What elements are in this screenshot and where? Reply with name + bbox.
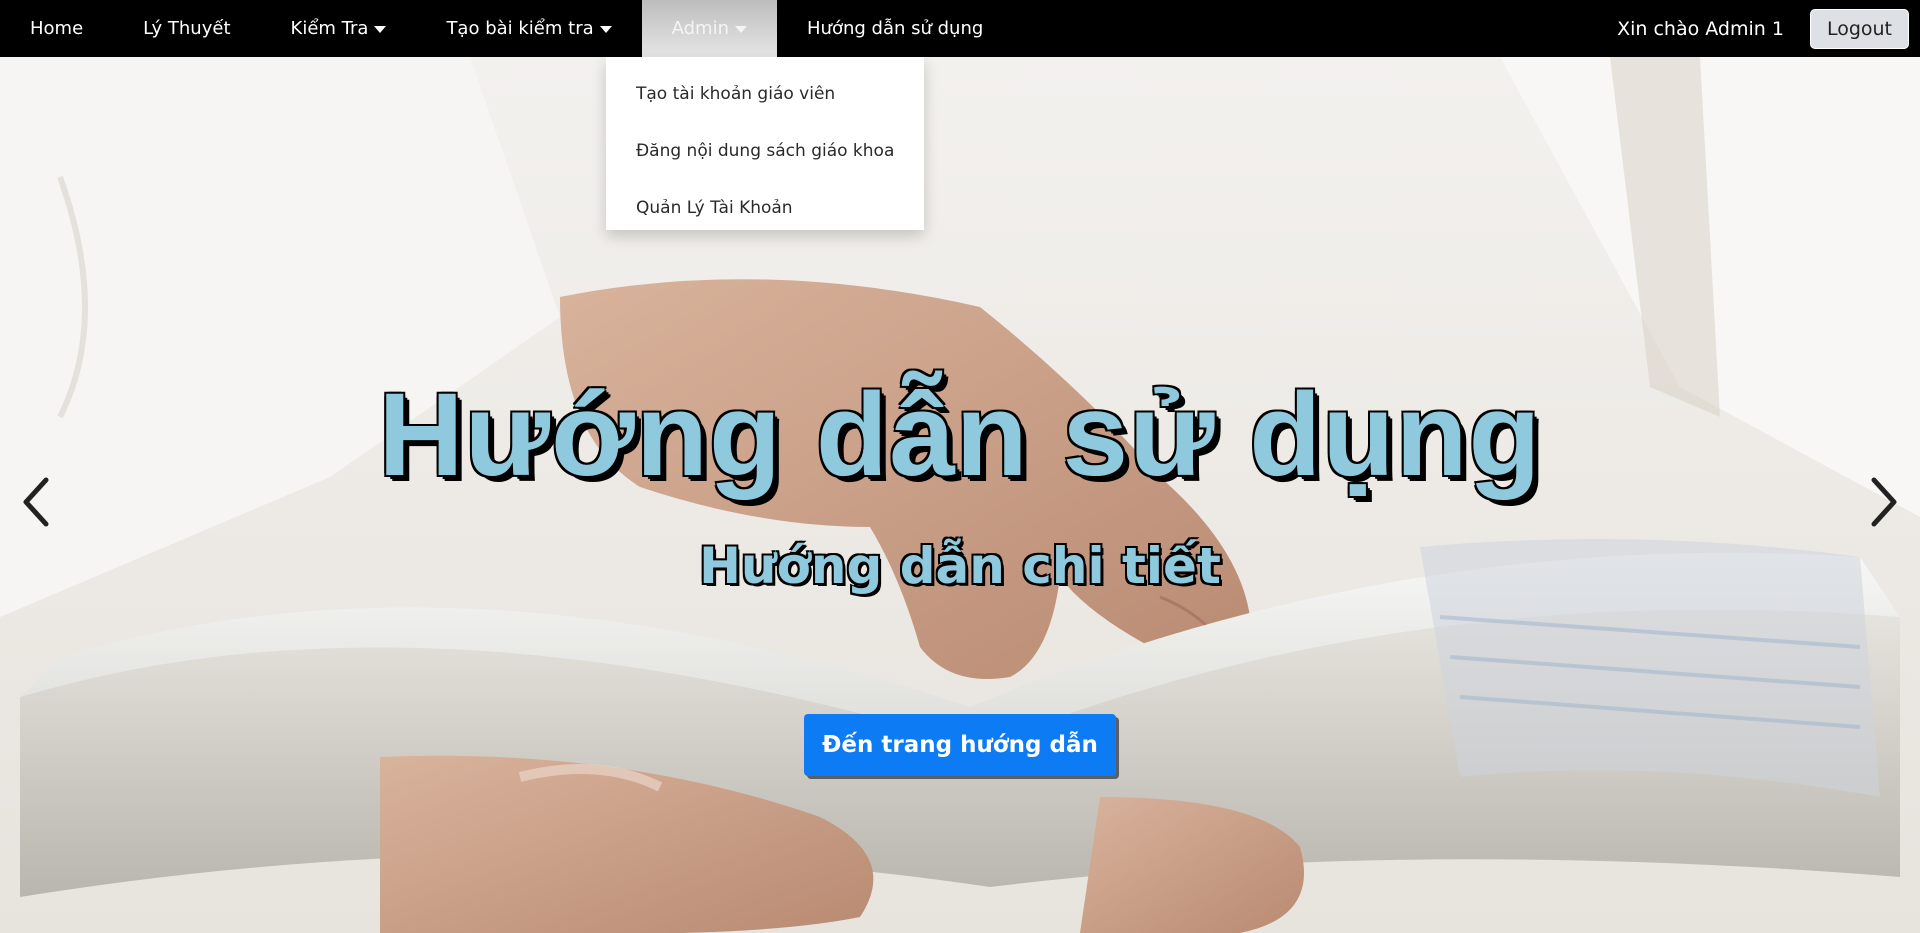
nav-kiem-tra[interactable]: Kiểm Tra xyxy=(261,0,417,57)
nav-kiem-tra-label: Kiểm Tra xyxy=(290,18,369,39)
top-navbar: Home Lý Thuyết Kiểm Tra Tạo bài kiểm tra… xyxy=(0,0,1920,57)
admin-dropdown-menu: Tạo tài khoản giáo viên Đăng nội dung sá… xyxy=(606,57,924,230)
carousel-next-button[interactable] xyxy=(1864,472,1904,532)
menu-item-upload-textbook[interactable]: Đăng nội dung sách giáo khoa xyxy=(606,122,924,179)
user-greeting: Xin chào Admin 1 xyxy=(1617,17,1784,40)
carousel-prev-button[interactable] xyxy=(16,472,56,532)
nav-huong-dan-label: Hướng dẫn sử dụng xyxy=(807,18,984,39)
nav-tao-bai-kiem-tra-label: Tạo bài kiểm tra xyxy=(446,18,594,39)
nav-ly-thuyet[interactable]: Lý Thuyết xyxy=(113,0,260,57)
caret-down-icon xyxy=(599,26,612,33)
chevron-left-icon xyxy=(23,477,49,527)
nav-ly-thuyet-label: Lý Thuyết xyxy=(143,18,231,39)
nav-home[interactable]: Home xyxy=(0,0,113,57)
nav-admin[interactable]: Admin xyxy=(641,0,777,57)
hero-carousel: Hướng dẫn sử dụng Hướng dẫn chi tiết Đến… xyxy=(0,57,1920,933)
nav-huong-dan[interactable]: Hướng dẫn sử dụng xyxy=(777,0,1013,57)
caret-down-icon xyxy=(735,26,747,33)
hero-subtitle: Hướng dẫn chi tiết xyxy=(699,537,1221,595)
logout-button[interactable]: Logout xyxy=(1809,8,1909,49)
nav-admin-label: Admin xyxy=(671,18,729,39)
nav-tao-bai-kiem-tra[interactable]: Tạo bài kiểm tra xyxy=(416,0,641,57)
menu-item-create-teacher[interactable]: Tạo tài khoản giáo viên xyxy=(606,65,924,122)
go-to-guide-button[interactable]: Đến trang hướng dẫn xyxy=(804,714,1116,776)
hero-title: Hướng dẫn sử dụng xyxy=(378,369,1542,501)
menu-item-manage-accounts[interactable]: Quản Lý Tài Khoản xyxy=(606,179,924,236)
nav-right-group: Xin chào Admin 1 Logout xyxy=(1617,0,1920,57)
nav-home-label: Home xyxy=(30,18,84,39)
caret-down-icon xyxy=(374,26,387,33)
chevron-right-icon xyxy=(1871,477,1897,527)
